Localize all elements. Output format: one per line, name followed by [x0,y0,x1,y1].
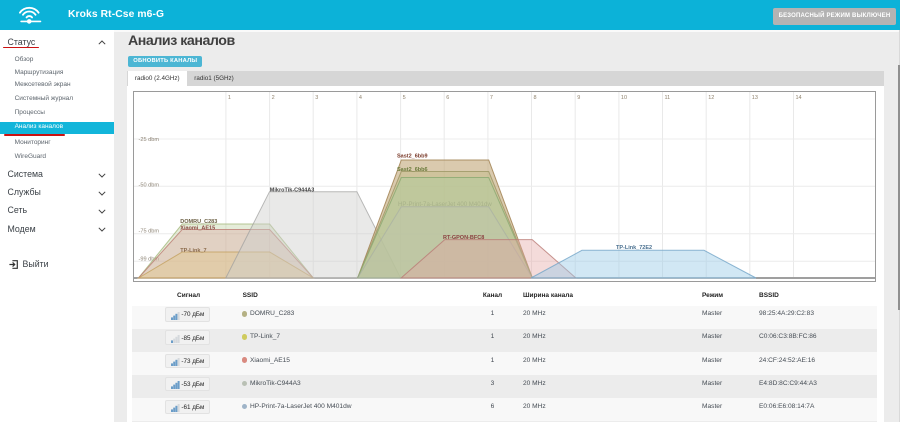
svg-text:14: 14 [796,95,802,101]
svg-text:10: 10 [621,95,627,101]
svg-text:HP-Print-7a-LaserJet 400 M401d: HP-Print-7a-LaserJet 400 M401dw [398,201,492,208]
svg-text:-75 dbm: -75 dbm [139,228,160,234]
svg-text:TP-Link_72E2: TP-Link_72E2 [616,245,652,251]
svg-text:-50 dbm: -50 dbm [139,183,160,189]
svg-text:9: 9 [577,95,580,101]
svg-text:Sast2_6bb6: Sast2_6bb6 [397,167,428,173]
svg-text:11: 11 [665,95,671,101]
svg-text:MikroTik-C944A3: MikroTik-C944A3 [270,187,315,193]
svg-text:12: 12 [708,95,714,101]
svg-text:4: 4 [359,95,362,101]
svg-text:RT-GPON-BFC8: RT-GPON-BFC8 [443,235,484,241]
svg-text:8: 8 [534,95,537,101]
svg-text:5: 5 [403,95,406,101]
svg-text:6: 6 [446,95,449,101]
svg-text:DOMRU_C283: DOMRU_C283 [180,219,217,225]
svg-text:-25 dbm: -25 dbm [139,137,160,143]
svg-text:13: 13 [752,95,758,101]
svg-text:3: 3 [315,95,318,101]
svg-text:Sast2_6bb9: Sast2_6bb9 [397,153,428,159]
svg-text:TP-Link_7: TP-Link_7 [180,248,206,254]
svg-text:2: 2 [272,95,275,101]
svg-text:1: 1 [228,95,231,101]
svg-text:7: 7 [490,95,493,101]
svg-text:Xiaomi_AE15: Xiaomi_AE15 [180,226,215,232]
